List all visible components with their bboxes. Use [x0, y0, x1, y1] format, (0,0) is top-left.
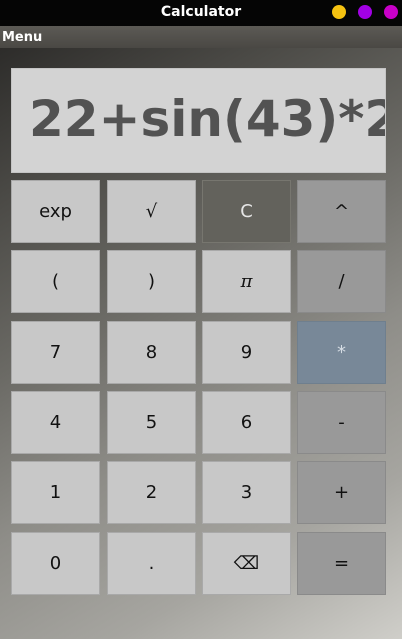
digit-4-button[interactable]: 4: [11, 391, 100, 454]
sqrt-button[interactable]: √: [107, 180, 196, 243]
menu-button[interactable]: Menu: [2, 30, 42, 45]
digit-1-button[interactable]: 1: [11, 461, 100, 524]
digit-9-button[interactable]: 9: [202, 321, 291, 384]
left-paren-button[interactable]: (: [11, 250, 100, 313]
maximize-button[interactable]: [358, 5, 372, 19]
minimize-button[interactable]: [332, 5, 346, 19]
digit-6-button[interactable]: 6: [202, 391, 291, 454]
equals-button[interactable]: =: [297, 532, 386, 595]
digit-8-button[interactable]: 8: [107, 321, 196, 384]
close-button[interactable]: [384, 5, 398, 19]
digit-0-button[interactable]: 0: [11, 532, 100, 595]
digit-5-button[interactable]: 5: [107, 391, 196, 454]
expression-display: 22+sin(43)*2: [11, 68, 386, 173]
clear-button[interactable]: C: [202, 180, 291, 243]
expression-text: 22+sin(43)*2: [29, 90, 386, 148]
power-button[interactable]: ^: [297, 180, 386, 243]
divide-button[interactable]: /: [297, 250, 386, 313]
backspace-button[interactable]: ⌫: [202, 532, 291, 595]
exp-button[interactable]: exp: [11, 180, 100, 243]
decimal-point-button[interactable]: .: [107, 532, 196, 595]
digit-2-button[interactable]: 2: [107, 461, 196, 524]
plus-button[interactable]: +: [297, 461, 386, 524]
title-bar: Calculator: [0, 0, 402, 26]
minus-button[interactable]: -: [297, 391, 386, 454]
digit-7-button[interactable]: 7: [11, 321, 100, 384]
menu-bar: Menu: [0, 26, 402, 48]
right-paren-button[interactable]: ): [107, 250, 196, 313]
digit-3-button[interactable]: 3: [202, 461, 291, 524]
multiply-button[interactable]: *: [297, 321, 386, 384]
pi-button[interactable]: π: [202, 250, 291, 313]
